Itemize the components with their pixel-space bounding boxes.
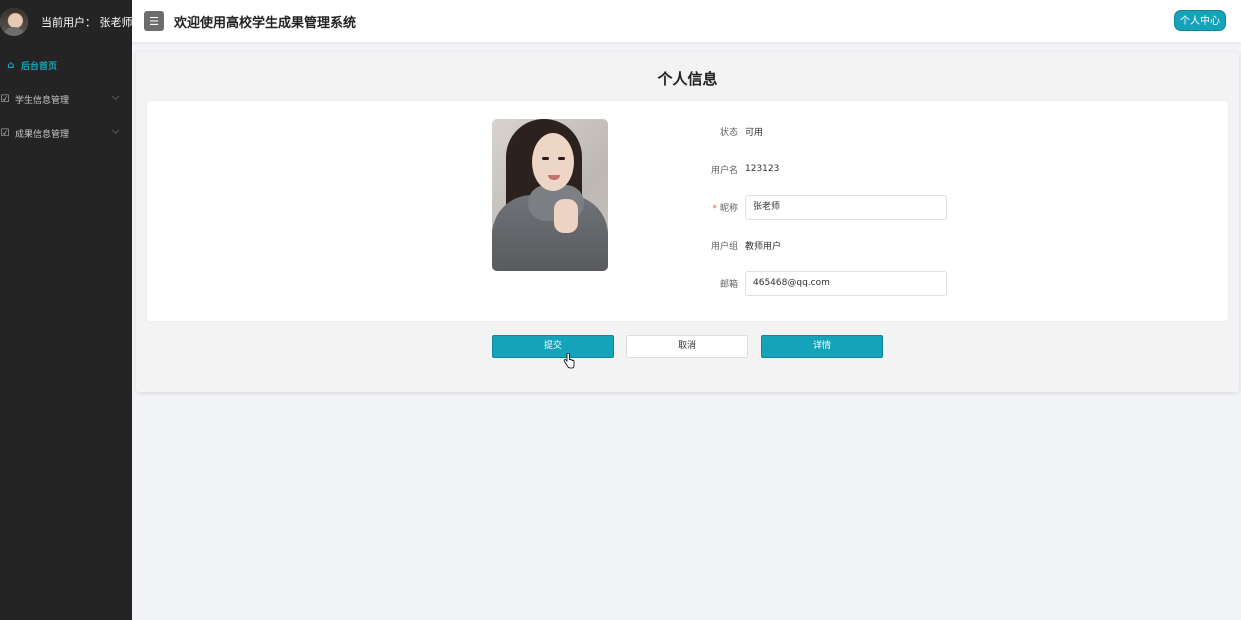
group-value: 教师用户 bbox=[745, 241, 782, 252]
sidebar-item-home[interactable]: ⌂ 后台首页 bbox=[0, 48, 132, 82]
email-label: 邮箱 bbox=[719, 279, 738, 290]
sidebar-item-label: 学生信息管理 bbox=[15, 95, 70, 106]
nickname-label: * 昵称 bbox=[647, 201, 745, 214]
main-content: 个人信息 状态 可用 用户名 123123 *昵称 张老师 用户组 教师用户 bbox=[136, 52, 1239, 392]
detail-button[interactable]: 详情 bbox=[761, 335, 883, 358]
email-input[interactable]: 465468@qq.com bbox=[745, 270, 947, 296]
hand-cursor-icon bbox=[563, 353, 575, 369]
section-title: 个人信息 bbox=[657, 70, 718, 88]
current-user-label: 当前用户： 张老师 bbox=[41, 16, 133, 29]
username-row: 用户名 123123 bbox=[647, 156, 779, 182]
header: ☰ 欢迎使用高校学生成果管理系统 个人中心 bbox=[132, 0, 1241, 42]
page-title: 欢迎使用高校学生成果管理系统 bbox=[174, 15, 357, 31]
personal-center-button[interactable]: 个人中心 bbox=[1174, 10, 1226, 31]
edit-icon: ☑ bbox=[0, 93, 10, 105]
sidebar-item-achievement-info[interactable]: ☑ 成果信息管理 bbox=[0, 116, 132, 150]
sidebar-item-student-info[interactable]: ☑ 学生信息管理 bbox=[0, 82, 132, 116]
status-value: 可用 bbox=[745, 127, 764, 138]
sidebar-item-label: 成果信息管理 bbox=[15, 129, 70, 140]
chevron-down-icon bbox=[111, 126, 120, 135]
sidebar-item-label: 后台首页 bbox=[21, 61, 58, 72]
nickname-input[interactable]: 张老师 bbox=[745, 194, 947, 220]
nickname-row: * 昵称 张老师 bbox=[647, 194, 947, 220]
username-label: 用户名 bbox=[710, 165, 738, 176]
profile-form: 状态 可用 用户名 123123 * 昵称 张老师 用户组 教师用户 邮箱 465… bbox=[147, 101, 1228, 321]
edit-icon: ☑ bbox=[0, 127, 10, 139]
sidebar: 当前用户： 张老师 ⌂ 后台首页 ☑ 学生信息管理 ☑ 成果信息管理 bbox=[0, 0, 133, 620]
email-row: 邮箱 465468@qq.com bbox=[647, 270, 947, 296]
sidebar-menu: ⌂ 后台首页 ☑ 学生信息管理 ☑ 成果信息管理 bbox=[0, 48, 132, 150]
group-label: 用户组 bbox=[710, 241, 738, 252]
group-row: 用户组 教师用户 bbox=[647, 232, 781, 258]
nickname-label-text: 昵称 bbox=[719, 203, 738, 214]
required-mark: * bbox=[712, 203, 717, 214]
chevron-down-icon bbox=[111, 92, 120, 101]
username-value: 123123 bbox=[745, 164, 780, 174]
status-label: 状态 bbox=[719, 127, 738, 138]
submit-button[interactable]: 提交 bbox=[492, 335, 614, 358]
current-user: 当前用户： 张老师 bbox=[0, 0, 133, 44]
status-row: 状态 可用 bbox=[647, 118, 763, 144]
cancel-button[interactable]: 取消 bbox=[626, 335, 748, 358]
hamburger-icon[interactable]: ☰ bbox=[144, 11, 164, 31]
avatar bbox=[0, 8, 28, 36]
profile-photo[interactable] bbox=[492, 119, 608, 271]
home-icon: ⌂ bbox=[7, 59, 15, 71]
